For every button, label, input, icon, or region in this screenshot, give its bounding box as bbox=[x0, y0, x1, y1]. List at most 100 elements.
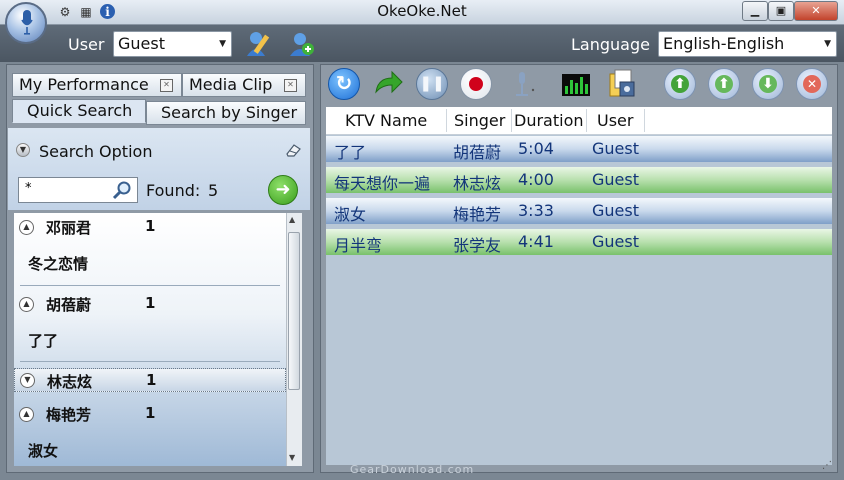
tab-label: My Performance bbox=[19, 75, 149, 94]
found-count: 5 bbox=[208, 181, 219, 200]
scroll-up-icon[interactable]: ▲ bbox=[289, 215, 295, 224]
divider bbox=[20, 285, 280, 286]
equalizer-icon[interactable] bbox=[560, 68, 592, 100]
cell-user: Guest bbox=[592, 201, 639, 220]
media-files-icon[interactable] bbox=[606, 68, 638, 100]
divider bbox=[20, 361, 280, 362]
result-song: 冬之恋情 bbox=[28, 255, 89, 273]
scroll-down-icon[interactable]: ▼ bbox=[289, 453, 295, 462]
app-orb-button[interactable] bbox=[5, 2, 47, 44]
chevron-down-icon[interactable]: ▼ bbox=[16, 143, 30, 157]
cell-singer: 张学友 bbox=[453, 236, 502, 255]
cell-singer: 胡蓓蔚 bbox=[453, 143, 502, 162]
found-label: Found: bbox=[146, 181, 201, 200]
arrow-down-icon: ⬇ bbox=[759, 75, 777, 93]
edit-user-icon[interactable] bbox=[245, 30, 273, 58]
divider bbox=[446, 109, 447, 132]
cell-duration: 4:41 bbox=[518, 232, 554, 251]
collapse-icon[interactable]: ▲ bbox=[19, 220, 34, 235]
close-icon: ✕ bbox=[803, 75, 821, 93]
window-title: OkeOke.Net bbox=[377, 2, 467, 20]
column-header-duration[interactable]: Duration bbox=[514, 111, 584, 130]
cell-ktv-name: 月半弯 bbox=[334, 236, 383, 255]
language-select-value: English-English bbox=[663, 34, 785, 53]
refresh-icon[interactable]: ↻ bbox=[328, 68, 360, 100]
cell-duration: 4:00 bbox=[518, 170, 554, 189]
tab-quick-search[interactable]: Quick Search bbox=[12, 99, 146, 123]
table-row[interactable]: 了了 胡蓓蔚 5:04 Guest bbox=[326, 136, 832, 162]
tab-search-by-singer[interactable]: Search by Singer bbox=[146, 101, 306, 125]
result-count: 1 bbox=[146, 371, 157, 389]
expand-icon[interactable]: ▼ bbox=[20, 373, 35, 388]
eraser-icon[interactable] bbox=[284, 142, 302, 158]
cell-singer: 梅艳芳 bbox=[453, 205, 502, 224]
search-icon[interactable] bbox=[112, 180, 132, 200]
result-song: 了了 bbox=[28, 332, 59, 350]
divider bbox=[644, 109, 645, 132]
cell-ktv-name: 每天想你一遍 bbox=[334, 174, 431, 193]
info-icon[interactable]: i bbox=[100, 4, 115, 19]
result-count: 1 bbox=[145, 294, 156, 312]
table-row[interactable]: 淑女 梅艳芳 3:33 Guest bbox=[326, 198, 832, 224]
film-icon[interactable]: ▦ bbox=[78, 4, 94, 20]
result-count: 1 bbox=[145, 217, 156, 235]
move-down-icon[interactable]: ⬇ bbox=[752, 68, 784, 100]
divider bbox=[586, 109, 587, 132]
close-button[interactable]: ✕ bbox=[794, 1, 838, 21]
record-icon[interactable] bbox=[460, 68, 492, 100]
cell-ktv-name: 淑女 bbox=[334, 205, 367, 224]
column-header-user[interactable]: User bbox=[597, 111, 633, 130]
arrow-up-icon: ⬆ bbox=[715, 75, 733, 93]
settings-icon[interactable]: ⚙ bbox=[57, 4, 73, 20]
scrollbar-thumb[interactable] bbox=[288, 232, 300, 390]
collapse-icon[interactable]: ▲ bbox=[19, 297, 34, 312]
result-singer: 林志炫 bbox=[47, 373, 93, 391]
remove-icon[interactable]: ✕ bbox=[796, 68, 828, 100]
cell-duration: 5:04 bbox=[518, 139, 554, 158]
forward-icon[interactable] bbox=[372, 68, 404, 100]
user-select-value: Guest bbox=[118, 34, 165, 53]
divider bbox=[511, 109, 512, 132]
tab-my-performance[interactable]: My Performance ✕ bbox=[12, 73, 182, 97]
column-header-singer[interactable]: Singer bbox=[454, 111, 505, 130]
result-list: ▲ 邓丽君 1 冬之恋情 ▲ 胡蓓蔚 1 了了 ▼ 林志炫 1 ▲ 梅艳芳 1 … bbox=[14, 213, 286, 466]
result-count: 1 bbox=[145, 404, 156, 422]
cell-ktv-name: 了了 bbox=[334, 143, 367, 162]
watermark: GearDownload.com bbox=[350, 463, 475, 476]
user-select[interactable]: Guest ▼ bbox=[113, 31, 232, 57]
add-user-icon[interactable] bbox=[288, 30, 316, 58]
tab-label: Quick Search bbox=[27, 101, 133, 120]
table-row[interactable]: 月半弯 张学友 4:41 Guest bbox=[326, 229, 832, 255]
app-window: OkeOke.Net ⚙ ▦ i ▁ ▣ ✕ User Guest ▼ Lang… bbox=[0, 0, 844, 480]
playlist-header: KTV Name Singer Duration User bbox=[326, 107, 832, 135]
collapse-icon[interactable]: ▲ bbox=[19, 407, 34, 422]
cell-singer: 林志炫 bbox=[453, 174, 502, 193]
move-top-icon[interactable]: ⬆ bbox=[664, 68, 696, 100]
language-label: Language bbox=[571, 35, 650, 54]
column-header-ktv-name[interactable]: KTV Name bbox=[345, 111, 427, 130]
table-row[interactable]: 每天想你一遍 林志炫 4:00 Guest bbox=[326, 167, 832, 193]
tab-media-clip[interactable]: Media Clip ✕ bbox=[182, 73, 306, 97]
result-singer: 梅艳芳 bbox=[46, 406, 92, 424]
language-select[interactable]: English-English ▼ bbox=[658, 31, 837, 57]
arrow-up-icon: ⬆ bbox=[671, 75, 689, 93]
pause-icon[interactable]: ❚❚ bbox=[416, 68, 448, 100]
record-dot bbox=[469, 77, 483, 91]
search-option-label: Search Option bbox=[39, 142, 153, 161]
close-icon[interactable]: ✕ bbox=[284, 79, 297, 92]
cell-user: Guest bbox=[592, 232, 639, 251]
list-item[interactable]: ▼ 林志炫 1 bbox=[14, 368, 286, 392]
cell-duration: 3:33 bbox=[518, 201, 554, 220]
restore-button[interactable]: ▣ bbox=[768, 1, 794, 21]
tab-label: Search by Singer bbox=[161, 103, 298, 122]
close-icon[interactable]: ✕ bbox=[160, 79, 173, 92]
move-up-icon[interactable]: ⬆ bbox=[708, 68, 740, 100]
microphone-icon bbox=[21, 10, 33, 35]
resize-grip-icon[interactable]: ⋰ bbox=[822, 459, 836, 473]
result-singer: 邓丽君 bbox=[46, 219, 92, 237]
minimize-button[interactable]: ▁ bbox=[742, 1, 768, 21]
result-song: 淑女 bbox=[28, 442, 59, 460]
microphone-icon[interactable] bbox=[506, 68, 538, 100]
search-go-button[interactable]: ➜ bbox=[268, 175, 298, 205]
chevron-down-icon: ▼ bbox=[824, 39, 831, 49]
